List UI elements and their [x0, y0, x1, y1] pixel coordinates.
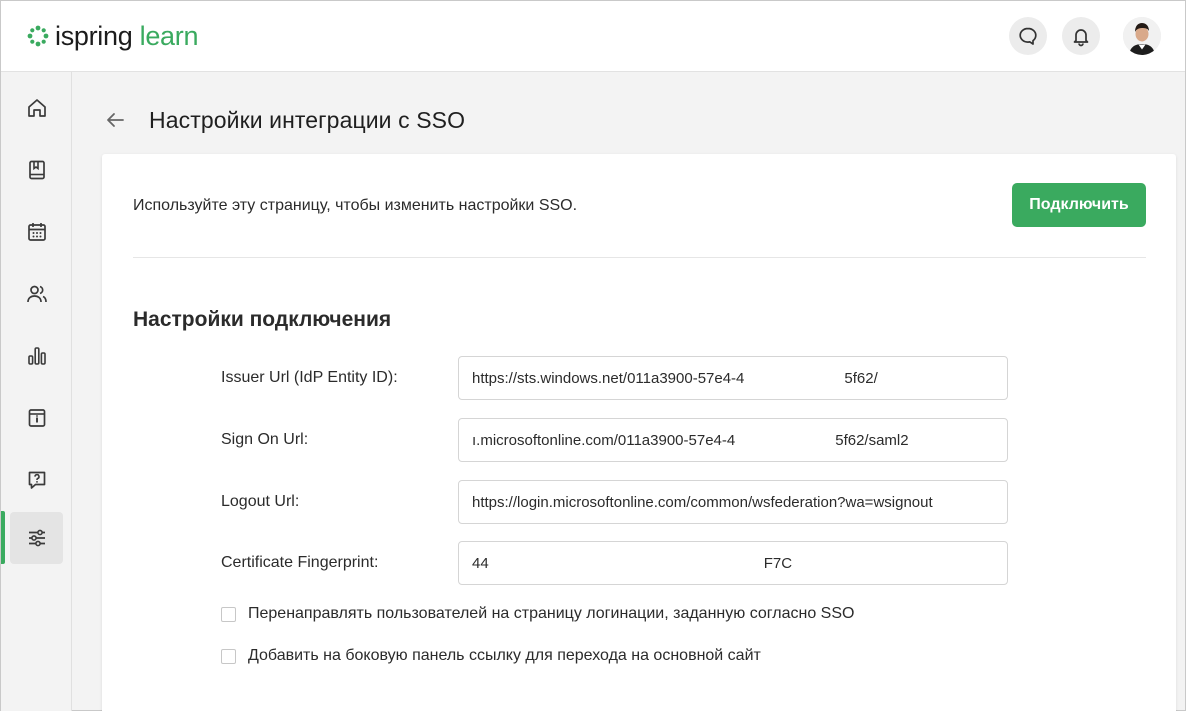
- sidebar-link-option-label[interactable]: Добавить на боковую панель ссылку для пе…: [248, 647, 761, 665]
- logout-url-label: Logout Url:: [221, 493, 300, 510]
- logo-word-ispring: ispring: [55, 21, 133, 51]
- section-title: Настройки подключения: [133, 308, 392, 331]
- sidebar: [1, 72, 72, 711]
- certificate-fingerprint-input[interactable]: [458, 541, 1008, 585]
- app-logo[interactable]: ispring learn: [27, 21, 198, 51]
- sidebar-item-calendar[interactable]: [10, 206, 63, 258]
- ispring-logo-icon: [27, 25, 49, 47]
- users-icon: [26, 285, 47, 303]
- sidebar-item-courses[interactable]: [10, 144, 63, 196]
- redirect-option: Перенаправлять пользователей на страницу…: [221, 605, 854, 623]
- page-header: Настройки интеграции с SSO: [101, 101, 465, 139]
- page-title: Настройки интеграции с SSO: [149, 106, 466, 133]
- bar-chart-icon: [27, 347, 46, 365]
- logout-url-input[interactable]: [458, 480, 1008, 524]
- sidebar-item-users[interactable]: [10, 268, 63, 320]
- issuer-url-label: Issuer Url (IdP Entity ID):: [221, 369, 398, 386]
- redirect-checkbox[interactable]: [221, 606, 236, 622]
- sidebar-item-help[interactable]: [10, 454, 63, 506]
- sidebar-item-reports[interactable]: [10, 330, 63, 382]
- settings-card: Используйте эту страницу, чтобы изменить…: [102, 154, 1176, 711]
- divider: [133, 257, 1146, 258]
- sidebar-active-indicator: [1, 511, 5, 564]
- sliders-icon: [28, 529, 45, 547]
- issuer-url-input[interactable]: [458, 356, 1008, 400]
- chat-button[interactable]: [1009, 17, 1047, 55]
- calendar-icon: [27, 223, 46, 241]
- avatar-photo: [1123, 17, 1161, 55]
- question-icon: [28, 471, 45, 489]
- book-icon: [28, 160, 45, 180]
- notifications-button[interactable]: [1062, 17, 1100, 55]
- bell-icon: [1073, 29, 1089, 47]
- home-icon: [27, 99, 46, 117]
- sign-on-url-input[interactable]: [458, 418, 1008, 462]
- info-icon: [28, 409, 45, 427]
- back-button[interactable]: [101, 106, 129, 134]
- intro-text: Используйте эту страницу, чтобы изменить…: [133, 197, 578, 214]
- chat-bubble-icon: [1019, 27, 1037, 45]
- redirect-option-label[interactable]: Перенаправлять пользователей на страницу…: [248, 605, 854, 623]
- certificate-fingerprint-label: Certificate Fingerprint:: [221, 554, 379, 571]
- sidebar-link-option: Добавить на боковую панель ссылку для пе…: [221, 647, 761, 665]
- sidebar-link-checkbox[interactable]: [221, 648, 236, 664]
- sidebar-item-info[interactable]: [10, 392, 63, 444]
- sign-on-url-label: Sign On Url:: [221, 431, 309, 448]
- connect-button[interactable]: Подключить: [1012, 183, 1146, 227]
- top-bar: ispring learn: [1, 1, 1185, 72]
- sidebar-item-settings[interactable]: [10, 512, 63, 564]
- logo-word-learn: learn: [139, 21, 199, 51]
- user-avatar[interactable]: [1123, 17, 1161, 55]
- arrow-left-icon: [107, 113, 124, 127]
- sidebar-item-home[interactable]: [10, 82, 63, 134]
- logo-text: ispring learn: [55, 21, 198, 51]
